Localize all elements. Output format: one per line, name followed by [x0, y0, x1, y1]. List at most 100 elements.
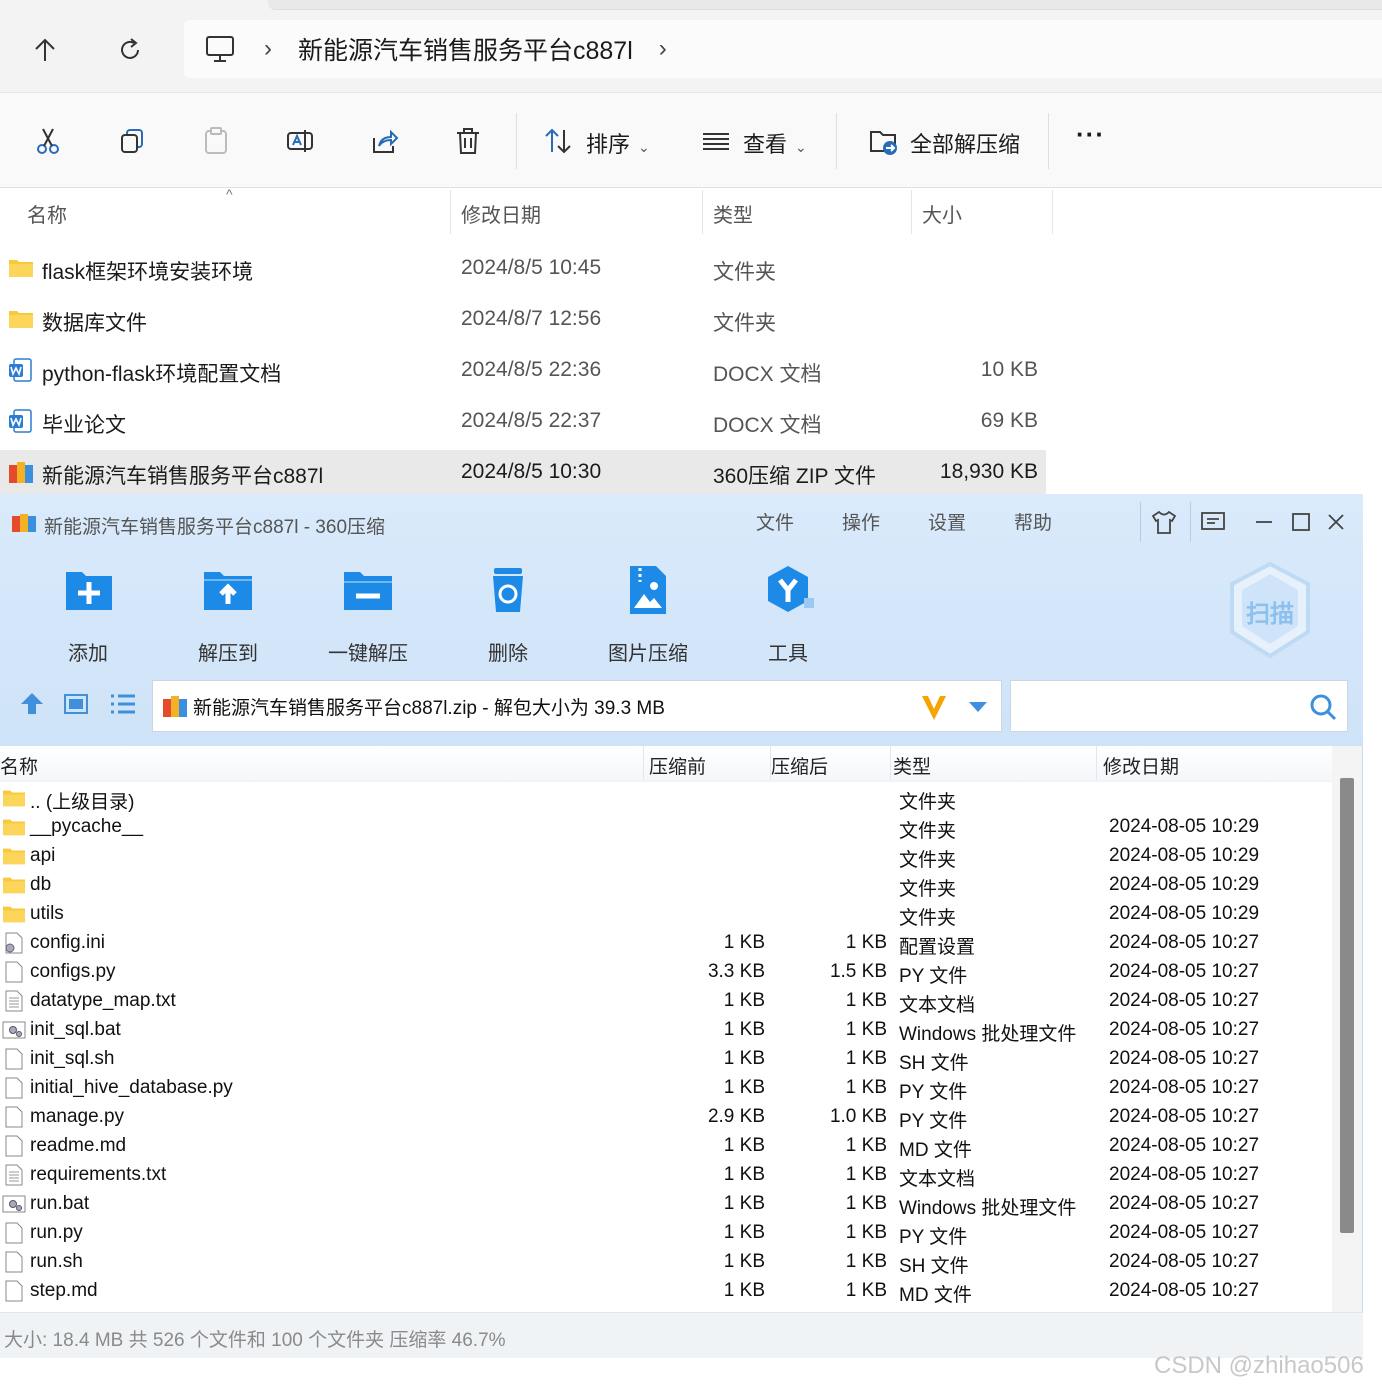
- zip-table-row[interactable]: init_sql.bat 1 KB 1 KB Windows 批处理文件 2024-08…: [0, 1016, 1332, 1045]
- breadcrumb-current[interactable]: 新能源汽车销售服务平台c887l: [298, 31, 633, 67]
- column-divider[interactable]: [1096, 746, 1097, 780]
- file-row[interactable]: 数据库文件 2024/8/7 12:56 文件夹: [0, 297, 1046, 342]
- column-name[interactable]: 名称: [27, 188, 67, 238]
- column-divider[interactable]: [1052, 190, 1053, 234]
- paste-icon[interactable]: [196, 121, 236, 161]
- zip-table-row[interactable]: .. (上级目录) 文件夹: [0, 784, 1332, 813]
- tools-button[interactable]: 工具: [728, 562, 848, 666]
- zip-table-row[interactable]: init_sql.sh 1 KB 1 KB SH 文件 2024-08-05 10:27: [0, 1045, 1332, 1074]
- zip-path-box[interactable]: 新能源汽车销售服务平台c887l.zip - 解包大小为 39.3 MB: [152, 680, 1002, 732]
- zip-table-row[interactable]: initial_hive_database.py 1 KB 1 KB PY 文件 202…: [0, 1074, 1332, 1103]
- address-box[interactable]: › 新能源汽车销售服务平台c887l ›: [184, 20, 1382, 78]
- zip-item-size-before: 1 KB: [723, 1048, 765, 1069]
- batch-file-icon: [2, 1019, 26, 1041]
- zip-table-row[interactable]: run.bat 1 KB 1 KB Windows 批处理文件 2024-08-05 1…: [0, 1190, 1332, 1219]
- chevron-down-icon: ⌄: [795, 139, 807, 155]
- add-button[interactable]: 添加: [28, 562, 148, 666]
- folder-icon: [8, 307, 34, 331]
- file-row[interactable]: flask框架环境安装环境 2024/8/5 10:45 文件夹: [0, 246, 1046, 291]
- zip-table-row[interactable]: db 文件夹 2024-08-05 10:29: [0, 871, 1332, 900]
- zip-search-input[interactable]: [1019, 681, 1299, 729]
- zip-delete-button[interactable]: 删除: [448, 562, 568, 666]
- vertical-scrollbar[interactable]: [1332, 746, 1362, 1312]
- zip-table-row[interactable]: __pycache__ 文件夹 2024-08-05 10:29: [0, 813, 1332, 842]
- zip-column-modified[interactable]: 修改日期: [1103, 752, 1179, 779]
- refresh-icon[interactable]: [110, 30, 150, 70]
- extract-to-button[interactable]: 解压到: [168, 562, 288, 666]
- zip-item-type: MD 文件: [899, 1285, 972, 1306]
- zip-table-row[interactable]: step.md 1 KB 1 KB MD 文件 2024-08-05 10:27: [0, 1277, 1332, 1306]
- zip-table-row[interactable]: requirements.txt 1 KB 1 KB 文本文档 2024-08-05 1…: [0, 1161, 1332, 1190]
- zip-item-type: PY 文件: [899, 966, 968, 987]
- skin-shirt-icon[interactable]: [1146, 504, 1182, 540]
- column-type[interactable]: 类型: [713, 188, 753, 238]
- zip-table-row[interactable]: api 文件夹 2024-08-05 10:29: [0, 842, 1332, 871]
- delete-icon[interactable]: [448, 121, 488, 161]
- extract-all-icon[interactable]: [864, 121, 904, 161]
- scrollbar-thumb[interactable]: [1340, 778, 1354, 1233]
- list-view-icon[interactable]: [108, 692, 138, 721]
- share-icon[interactable]: [364, 121, 404, 161]
- file-row[interactable]: 新能源汽车销售服务平台c887l 2024/8/5 10:30 360压缩 ZIP …: [0, 450, 1046, 495]
- zip-column-before[interactable]: 压缩前: [649, 752, 706, 779]
- menu-help[interactable]: 帮助: [1014, 508, 1052, 535]
- column-divider[interactable]: [890, 746, 891, 780]
- column-divider[interactable]: [911, 190, 912, 234]
- extract-all-button[interactable]: 全部解压缩: [910, 127, 1020, 159]
- column-divider[interactable]: [450, 190, 451, 234]
- zip-table-row[interactable]: run.py 1 KB 1 KB PY 文件 2024-08-05 10:27: [0, 1219, 1332, 1248]
- image-compress-button[interactable]: 图片压缩: [588, 562, 708, 666]
- column-size[interactable]: 大小: [922, 188, 962, 238]
- sort-icon[interactable]: [538, 121, 578, 161]
- file-row[interactable]: 毕业论文 2024/8/5 22:37 DOCX 文档 69 KB: [0, 399, 1046, 444]
- zip-column-type[interactable]: 类型: [893, 752, 931, 779]
- zip-item-name: init_sql.bat: [30, 1019, 121, 1040]
- up-level-icon[interactable]: [18, 690, 46, 723]
- column-divider[interactable]: [702, 190, 703, 234]
- copy-icon[interactable]: [112, 121, 152, 161]
- v-logo-icon[interactable]: [919, 692, 949, 722]
- title-divider: [1140, 502, 1141, 542]
- scan-button[interactable]: 扫描: [1228, 560, 1312, 660]
- file-row[interactable]: python-flask环境配置文档 2024/8/5 22:36 DOCX 文档 1…: [0, 348, 1046, 393]
- zip-table-row[interactable]: manage.py 2.9 KB 1.0 KB PY 文件 2024-08-05 10:…: [0, 1103, 1332, 1132]
- zip-column-name[interactable]: 名称: [0, 752, 38, 779]
- zip-item-date: 2024-08-05 10:29: [1109, 845, 1260, 866]
- text-file-icon: [2, 1164, 26, 1186]
- menu-operation[interactable]: 操作: [842, 508, 880, 535]
- view-button[interactable]: 查看 ⌄: [743, 127, 807, 159]
- search-icon[interactable]: [1309, 693, 1337, 721]
- dropdown-arrow-icon[interactable]: [967, 700, 989, 714]
- maximize-icon[interactable]: [1283, 504, 1319, 540]
- zip-table-row[interactable]: config.ini 1 KB 1 KB 配置设置 2024-08-05 10:27: [0, 929, 1332, 958]
- one-click-extract-button[interactable]: 一键解压: [308, 562, 428, 666]
- feedback-icon[interactable]: [1195, 504, 1231, 540]
- up-arrow-icon[interactable]: [25, 30, 65, 70]
- chevron-right-icon[interactable]: ›: [659, 35, 667, 63]
- cut-icon[interactable]: [28, 121, 68, 161]
- minimize-icon[interactable]: [1246, 504, 1282, 540]
- menu-settings[interactable]: 设置: [928, 508, 966, 535]
- view-icon[interactable]: [696, 121, 736, 161]
- chevron-right-icon[interactable]: ›: [264, 35, 272, 63]
- zip-table-row[interactable]: utils 文件夹 2024-08-05 10:29: [0, 900, 1332, 929]
- thumbnail-view-icon[interactable]: [62, 692, 90, 721]
- zip-table-row[interactable]: run.sh 1 KB 1 KB SH 文件 2024-08-05 10:27: [0, 1248, 1332, 1277]
- column-divider[interactable]: [643, 746, 644, 780]
- zip-table-row[interactable]: datatype_map.txt 1 KB 1 KB 文本文档 2024-08-05 1…: [0, 987, 1332, 1016]
- menu-file[interactable]: 文件: [756, 508, 794, 535]
- zip-search-box[interactable]: [1010, 680, 1348, 732]
- one-click-extract-icon: [344, 572, 392, 610]
- zip-item-type: 文件夹: [899, 879, 957, 900]
- close-icon[interactable]: [1318, 504, 1354, 540]
- settings-file-icon: [2, 932, 26, 954]
- zip-table-row[interactable]: readme.md 1 KB 1 KB MD 文件 2024-08-05 10:27: [0, 1132, 1332, 1161]
- zip-column-after[interactable]: 压缩后: [771, 752, 828, 779]
- sort-button[interactable]: 排序 ⌄: [586, 127, 650, 159]
- zip-table-row[interactable]: configs.py 3.3 KB 1.5 KB PY 文件 2024-08-05 10…: [0, 958, 1332, 987]
- add-label: 添加: [68, 643, 108, 665]
- rename-icon[interactable]: [280, 121, 320, 161]
- sort-label: 排序: [586, 132, 631, 157]
- column-modified[interactable]: 修改日期: [461, 188, 541, 238]
- more-options-button[interactable]: ···: [1076, 119, 1105, 150]
